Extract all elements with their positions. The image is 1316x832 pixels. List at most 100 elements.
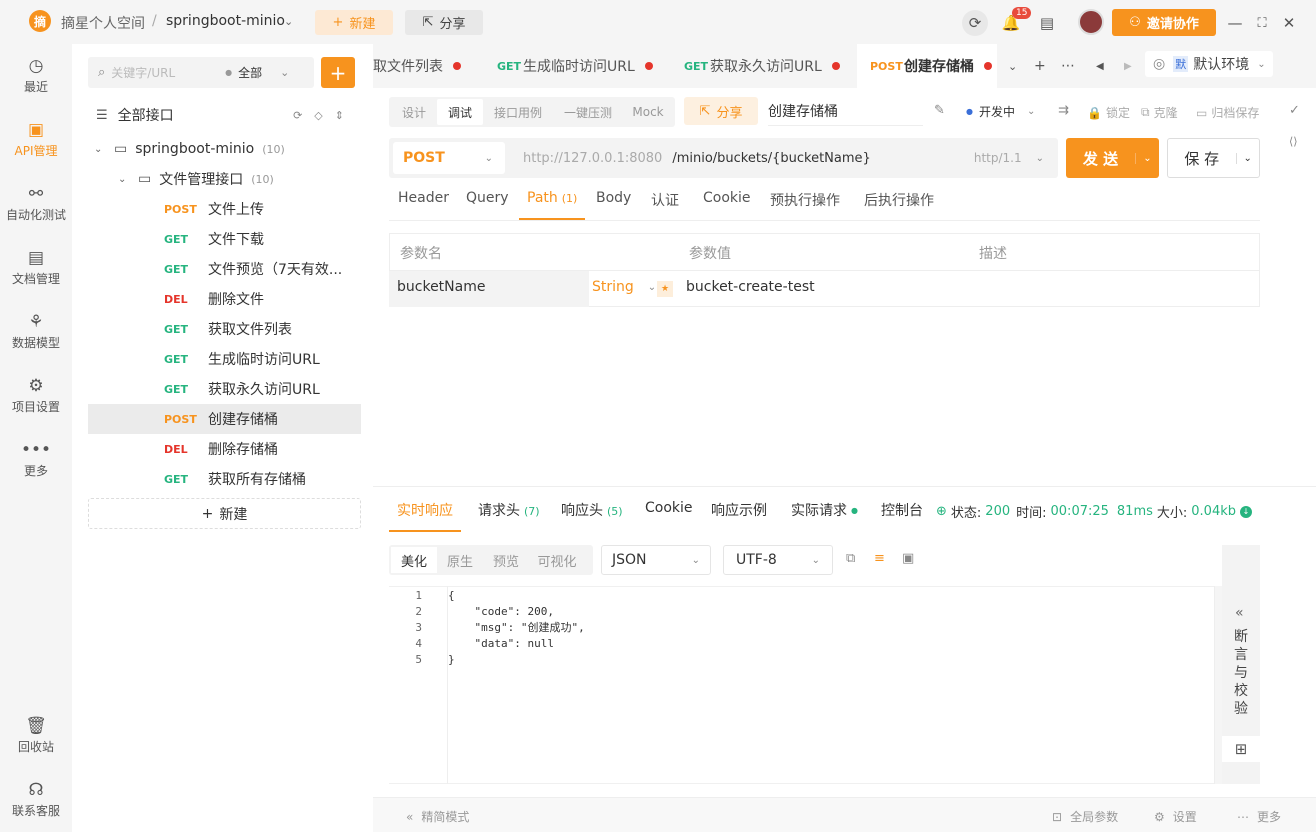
project-name[interactable]: springboot-minio [166,13,285,29]
filter-select[interactable]: 全部 [238,64,262,81]
scroll-right-icon[interactable]: ▶ [1124,44,1132,88]
tab-actual-request[interactable]: 实际请求 ● [791,500,858,520]
more-icon[interactable]: ⋯ [1061,44,1075,88]
tab-stress-test[interactable]: 一键压测 [553,99,623,125]
tab-preview[interactable]: 预览 [483,547,529,573]
tab-pretty[interactable]: 美化 [391,547,437,573]
clone-button[interactable]: ⧉ 克隆 [1141,104,1178,121]
send-button[interactable]: 发 送 ⌄ [1066,138,1159,178]
code-icon[interactable]: ⟨⟩ [1289,135,1298,148]
simple-mode-button[interactable]: «精简模式 [406,808,469,825]
tree-root[interactable]: ☰ 全部接口 ⟳◇⇕ [96,104,356,126]
url-path-input[interactable]: /minio/buckets/{bucketName} [672,151,871,166]
save-button[interactable]: 保 存 ⌄ [1167,138,1260,178]
list-item-selected[interactable]: POST 创建存储桶 [88,404,361,434]
save-icon[interactable]: ▣ [902,551,914,566]
tab-pre-script[interactable]: 预执行操作 [770,190,840,210]
minimize-icon[interactable]: — [1222,10,1248,36]
tab-temp-url[interactable]: GET 生成临时访问URL [497,44,653,88]
lock-button[interactable]: 🔒 锁定 [1087,104,1130,121]
format-select[interactable]: JSON ⌄ [601,545,711,575]
status-select[interactable]: ● 开发中 ⌄ [966,103,1035,120]
tab-header[interactable]: Header [398,190,449,206]
tab-request-headers[interactable]: 请求头 (7) [478,500,540,520]
download-icon[interactable]: ↓ [1240,505,1253,518]
settings-button[interactable]: ⚙ 设置 [1154,808,1197,825]
list-item[interactable]: DEL 删除存储桶 [88,434,361,464]
nav-documents[interactable]: ▤ 文档管理 [0,248,72,287]
list-item[interactable]: GET 文件下载 [88,224,361,254]
tab-body[interactable]: Body [596,190,631,206]
scroll-left-icon[interactable]: ◀ [1096,44,1104,88]
required-star-icon[interactable]: ★ [657,281,673,297]
archive-button[interactable]: ▭ 归档保存 [1196,104,1259,121]
copy-icon[interactable]: ⧉ [846,551,855,566]
list-item[interactable]: GET 获取所有存储桶 [88,464,361,494]
tab-create-bucket[interactable]: POST 创建存储桶 [857,44,997,88]
list-item[interactable]: POST 文件上传 [88,194,361,224]
tab-query[interactable]: Query [466,190,509,206]
tab-cookie[interactable]: Cookie [703,190,751,206]
tab-raw[interactable]: 原生 [437,547,483,573]
tab-post-script[interactable]: 后执行操作 [864,190,934,210]
nav-api-management[interactable]: ▣ API管理 [0,120,72,159]
tab-response-headers[interactable]: 响应头 (5) [561,500,623,520]
share-api-button[interactable]: ⇱ 分享 [684,97,758,125]
nav-trash[interactable]: 🗑 回收站 [0,716,72,755]
tab-debug[interactable]: 调试 [437,99,483,125]
edit-icon[interactable]: ✎ [934,103,945,118]
share-button[interactable]: ⇱ 分享 [405,10,483,35]
param-value-input[interactable]: bucket-create-test [686,279,815,295]
encoding-select[interactable]: UTF-8 ⌄ [723,545,833,575]
workspace-name[interactable]: 摘星个人空间 [61,13,145,33]
tab-auth[interactable]: 认证 [651,190,679,210]
collapse-left-icon[interactable]: « [1235,605,1244,621]
tree-project-node[interactable]: ⌄ ▭ springboot-minio (10) [94,134,360,164]
tree-folder-node[interactable]: ⌄ ▭ 文件管理接口 (10) [118,164,360,194]
tab-live-response[interactable]: 实时响应 [389,500,461,532]
new-button[interactable]: + 新建 [315,10,393,35]
tab-console[interactable]: 控制台 [881,500,923,520]
nav-support[interactable]: ☊ 联系客服 [0,780,72,819]
method-select[interactable]: POST ⌄ [393,142,505,174]
tab-perm-url[interactable]: GET 获取永久访问URL [684,44,840,88]
message-icon[interactable]: ▤ [1034,10,1060,36]
tab-path[interactable]: Path (1) [519,190,586,220]
chevron-down-icon[interactable]: ⌄ [1235,152,1260,164]
type-select[interactable]: String ⌄ [592,279,656,295]
close-icon[interactable]: ✕ [1276,10,1302,36]
scrollbar[interactable] [1214,586,1222,784]
list-item[interactable]: GET 文件预览（7天有效... [88,254,361,284]
list-item[interactable]: GET 生成临时访问URL [88,344,361,374]
tab-response-cookie[interactable]: Cookie [645,500,693,516]
global-params-button[interactable]: ⊡ 全局参数 [1052,808,1118,825]
tab-design[interactable]: 设计 [391,99,437,125]
list-item[interactable]: GET 获取永久访问URL [88,374,361,404]
tab-response-example[interactable]: 响应示例 [711,500,767,520]
avatar[interactable] [1078,9,1104,35]
footer-more-button[interactable]: ⋯ 更多 [1237,808,1281,825]
nav-recent[interactable]: ◷ 最近 [0,56,72,95]
tree-new-button[interactable]: + 新建 [88,498,361,529]
tree-tools-icon[interactable]: ⟳◇⇕ [293,109,356,122]
add-button[interactable]: + [321,57,355,88]
protocol-select[interactable]: http/1.1 [974,151,1022,165]
add-tab-icon[interactable]: + [1034,44,1046,88]
api-name-input[interactable]: 创建存储桶 [768,101,923,126]
chevron-down-icon[interactable]: ⌄ [1135,152,1159,164]
tab-visualize[interactable]: 可视化 [529,547,585,573]
list-item[interactable]: DEL 删除文件 [88,284,361,314]
nav-project-settings[interactable]: ⚙ 项目设置 [0,376,72,415]
list-item[interactable]: GET 获取文件列表 [88,314,361,344]
nav-data-model[interactable]: ⚘ 数据模型 [0,312,72,351]
chevron-down-icon[interactable]: ⌄ [284,15,293,28]
refresh-icon[interactable]: ⟳ [962,10,988,36]
invite-button[interactable]: ⚇ 邀请协作 [1112,9,1216,36]
nav-automation[interactable]: ⚯ 自动化测试 [0,184,72,223]
tab-file-list[interactable]: 取文件列表 [373,44,461,88]
chevron-down-icon[interactable]: ⌄ [1008,44,1017,88]
layout-icon[interactable]: ⇉ [1058,103,1069,118]
maximize-icon[interactable]: ⛶ [1249,10,1275,36]
wrap-icon[interactable]: ≡ [874,551,885,566]
check-icon[interactable]: ✓ [1289,103,1300,118]
